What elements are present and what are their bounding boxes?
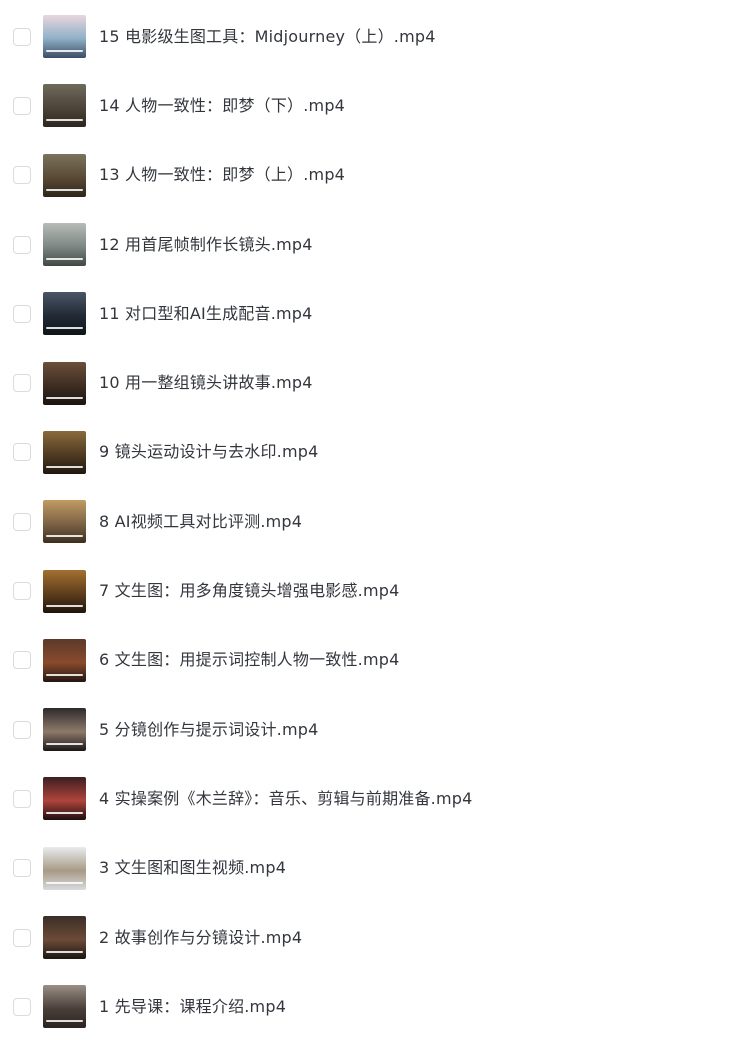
select-checkbox[interactable] <box>13 304 31 323</box>
file-name[interactable]: 4 实操案例《木兰辞》：音乐、剪辑与前期准备.mp4 <box>99 789 472 809</box>
file-name[interactable]: 2 故事创作与分镜设计.mp4 <box>99 928 302 948</box>
file-name[interactable]: 1 先导课：课程介绍.mp4 <box>99 997 286 1017</box>
thumbnail-subtitle-bar <box>46 258 83 261</box>
thumbnail-subtitle-bar <box>46 950 83 953</box>
select-checkbox[interactable] <box>13 997 31 1016</box>
file-row[interactable]: 8 AI视频工具对比评测.mp4 <box>0 487 733 556</box>
video-thumbnail-icon[interactable] <box>43 846 86 890</box>
video-thumbnail-icon[interactable] <box>43 361 86 405</box>
video-thumbnail-icon[interactable] <box>43 292 86 336</box>
video-thumbnail-icon[interactable] <box>43 777 86 821</box>
file-row[interactable]: 13 人物一致性：即梦（上）.mp4 <box>0 141 733 210</box>
thumbnail-subtitle-bar <box>46 1020 83 1023</box>
file-row[interactable]: 3 文生图和图生视频.mp4 <box>0 834 733 903</box>
thumbnail-subtitle-bar <box>46 743 83 746</box>
select-checkbox[interactable] <box>13 166 31 185</box>
thumbnail-subtitle-bar <box>46 50 83 53</box>
select-checkbox[interactable] <box>13 859 31 878</box>
file-name[interactable]: 5 分镜创作与提示词设计.mp4 <box>99 720 318 740</box>
select-checkbox[interactable] <box>13 720 31 739</box>
file-row[interactable]: 12 用首尾帧制作长镜头.mp4 <box>0 210 733 279</box>
video-thumbnail-icon[interactable] <box>43 15 86 59</box>
file-name[interactable]: 3 文生图和图生视频.mp4 <box>99 858 286 878</box>
select-checkbox[interactable] <box>13 789 31 808</box>
select-checkbox[interactable] <box>13 443 31 462</box>
video-thumbnail-icon[interactable] <box>43 916 86 959</box>
file-list: 15 电影级生图工具：Midjourney（上）.mp4 14 人物一致性：即梦（… <box>0 2 733 1041</box>
file-name[interactable]: 6 文生图：用提示词控制人物一致性.mp4 <box>99 650 399 670</box>
thumbnail-subtitle-bar <box>46 465 83 468</box>
file-name[interactable]: 9 镜头运动设计与去水印.mp4 <box>99 442 318 462</box>
thumbnail-subtitle-bar <box>46 396 83 399</box>
video-thumbnail-icon[interactable] <box>43 223 86 267</box>
thumbnail-subtitle-bar <box>46 188 83 191</box>
video-thumbnail-icon[interactable] <box>43 708 86 752</box>
thumbnail-subtitle-bar <box>46 812 83 815</box>
file-name[interactable]: 14 人物一致性：即梦（下）.mp4 <box>99 96 345 116</box>
file-name[interactable]: 11 对口型和AI生成配音.mp4 <box>99 304 313 324</box>
video-thumbnail-icon[interactable] <box>43 500 86 544</box>
thumbnail-subtitle-bar <box>46 604 83 607</box>
select-checkbox[interactable] <box>13 512 31 531</box>
video-thumbnail-icon[interactable] <box>43 153 86 197</box>
thumbnail-subtitle-bar <box>46 119 83 122</box>
file-row[interactable]: 15 电影级生图工具：Midjourney（上）.mp4 <box>0 2 733 71</box>
file-name[interactable]: 7 文生图：用多角度镜头增强电影感.mp4 <box>99 581 399 601</box>
thumbnail-subtitle-bar <box>46 535 83 538</box>
select-checkbox[interactable] <box>13 27 31 46</box>
thumbnail-subtitle-bar <box>46 673 83 676</box>
file-name[interactable]: 15 电影级生图工具：Midjourney（上）.mp4 <box>99 27 436 47</box>
file-name[interactable]: 12 用首尾帧制作长镜头.mp4 <box>99 235 313 255</box>
video-thumbnail-icon[interactable] <box>43 84 86 128</box>
thumbnail-subtitle-bar <box>46 881 83 884</box>
video-thumbnail-icon[interactable] <box>43 569 86 613</box>
file-name[interactable]: 10 用一整组镜头讲故事.mp4 <box>99 373 313 393</box>
file-row[interactable]: 11 对口型和AI生成配音.mp4 <box>0 279 733 348</box>
select-checkbox[interactable] <box>13 374 31 393</box>
select-checkbox[interactable] <box>13 235 31 254</box>
select-checkbox[interactable] <box>13 928 31 947</box>
file-row[interactable]: 2 故事创作与分镜设计.mp4 <box>0 903 733 972</box>
file-name[interactable]: 8 AI视频工具对比评测.mp4 <box>99 512 302 532</box>
file-row[interactable]: 10 用一整组镜头讲故事.mp4 <box>0 348 733 417</box>
video-thumbnail-icon[interactable] <box>43 638 86 682</box>
file-row[interactable]: 5 分镜创作与提示词设计.mp4 <box>0 695 733 764</box>
video-thumbnail-icon[interactable] <box>43 985 86 1029</box>
file-name[interactable]: 13 人物一致性：即梦（上）.mp4 <box>99 165 345 185</box>
file-row[interactable]: 6 文生图：用提示词控制人物一致性.mp4 <box>0 626 733 695</box>
select-checkbox[interactable] <box>13 96 31 115</box>
select-checkbox[interactable] <box>13 582 31 601</box>
file-row[interactable]: 1 先导课：课程介绍.mp4 <box>0 972 733 1041</box>
file-row[interactable]: 14 人物一致性：即梦（下）.mp4 <box>0 71 733 140</box>
thumbnail-subtitle-bar <box>46 327 83 330</box>
video-thumbnail-icon[interactable] <box>43 430 86 474</box>
file-row[interactable]: 9 镜头运动设计与去水印.mp4 <box>0 418 733 487</box>
file-row[interactable]: 4 实操案例《木兰辞》：音乐、剪辑与前期准备.mp4 <box>0 764 733 833</box>
select-checkbox[interactable] <box>13 651 31 670</box>
file-row[interactable]: 7 文生图：用多角度镜头增强电影感.mp4 <box>0 556 733 625</box>
